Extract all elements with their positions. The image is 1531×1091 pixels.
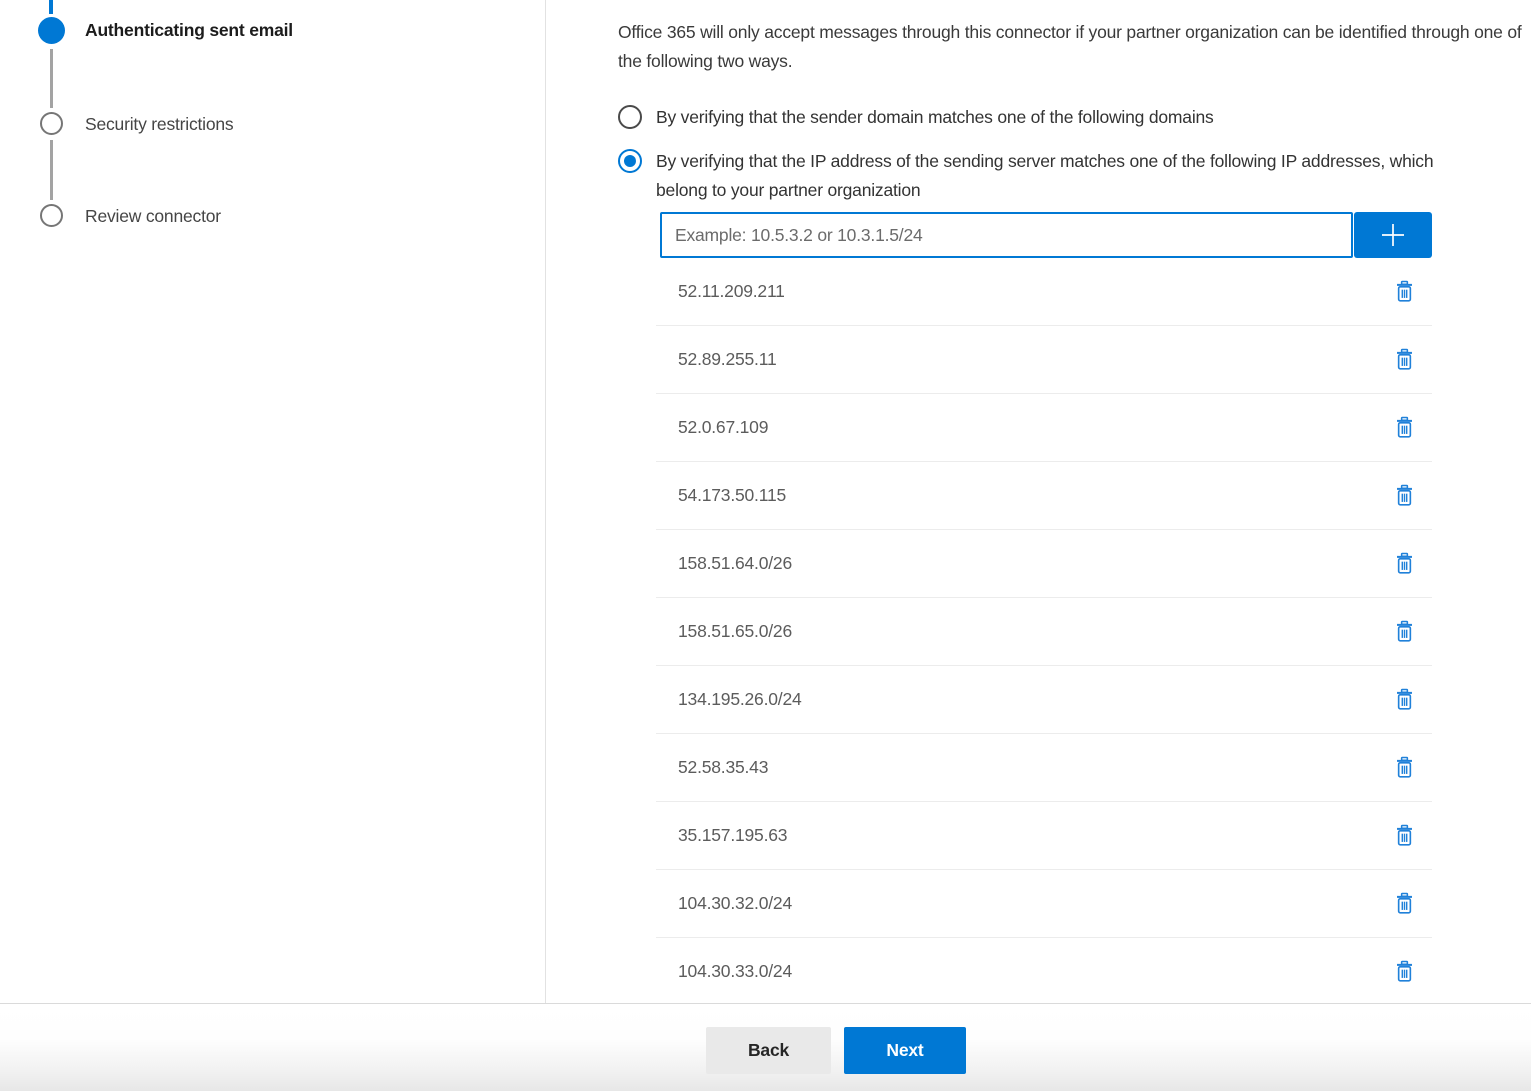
delete-ip-button[interactable] <box>1393 960 1416 983</box>
delete-ip-button[interactable] <box>1393 756 1416 779</box>
radio-dot <box>624 155 636 167</box>
ip-list-item: 35.157.195.63 <box>656 802 1432 870</box>
delete-ip-button[interactable] <box>1393 484 1416 507</box>
delete-ip-button[interactable] <box>1393 688 1416 711</box>
delete-ip-button[interactable] <box>1393 552 1416 575</box>
ip-list-item: 158.51.65.0/26 <box>656 598 1432 666</box>
ip-address-list: 52.11.209.211 52.89.255.11 <box>656 258 1432 1006</box>
trash-icon <box>1393 552 1416 575</box>
ip-address-value: 134.195.26.0/24 <box>678 689 802 710</box>
trash-icon <box>1393 416 1416 439</box>
ip-list-item: 54.173.50.115 <box>656 462 1432 530</box>
delete-ip-button[interactable] <box>1393 620 1416 643</box>
ip-entry-bar <box>660 212 1531 258</box>
ip-address-input[interactable] <box>660 212 1353 258</box>
ip-list-item: 104.30.33.0/24 <box>656 938 1432 1006</box>
ip-address-value: 158.51.64.0/26 <box>678 553 792 574</box>
add-ip-button[interactable] <box>1354 212 1432 258</box>
ip-address-value: 52.0.67.109 <box>678 417 768 438</box>
panel-divider <box>545 0 546 1003</box>
wizard-step-content: Office 365 will only accept messages thr… <box>618 0 1531 1006</box>
step-indicator-upcoming <box>40 112 63 135</box>
ip-address-value: 52.11.209.211 <box>678 281 785 302</box>
radio-selected-icon[interactable] <box>618 149 642 173</box>
trash-icon <box>1393 824 1416 847</box>
ip-address-value: 54.173.50.115 <box>678 485 786 506</box>
stepper-connector-top <box>49 0 53 14</box>
stepper-connector <box>50 49 53 108</box>
step-review-connector[interactable]: Review connector <box>85 206 221 227</box>
delete-ip-button[interactable] <box>1393 416 1416 439</box>
trash-icon <box>1393 348 1416 371</box>
trash-icon <box>1393 892 1416 915</box>
trash-icon <box>1393 960 1416 983</box>
ip-list-item: 52.0.67.109 <box>656 394 1432 462</box>
trash-icon <box>1393 688 1416 711</box>
step-description: Office 365 will only accept messages thr… <box>618 18 1531 76</box>
ip-list-item: 134.195.26.0/24 <box>656 666 1432 734</box>
radio-unselected-icon[interactable] <box>618 105 642 129</box>
trash-icon <box>1393 756 1416 779</box>
ip-address-value: 158.51.65.0/26 <box>678 621 792 642</box>
option-ip-address[interactable]: By verifying that the IP address of the … <box>618 147 1531 205</box>
plus-icon <box>1378 220 1408 250</box>
next-button[interactable]: Next <box>844 1027 966 1074</box>
ip-address-value: 52.58.35.43 <box>678 757 768 778</box>
ip-address-value: 52.89.255.11 <box>678 349 776 370</box>
step-indicator-upcoming <box>40 204 63 227</box>
step-security-restrictions[interactable]: Security restrictions <box>85 114 233 135</box>
ip-address-value: 35.157.195.63 <box>678 825 787 846</box>
stepper-connector <box>50 140 53 200</box>
trash-icon <box>1393 484 1416 507</box>
trash-icon <box>1393 280 1416 303</box>
delete-ip-button[interactable] <box>1393 280 1416 303</box>
ip-list-item: 158.51.64.0/26 <box>656 530 1432 598</box>
trash-icon <box>1393 620 1416 643</box>
step-authenticating-sent-email[interactable]: Authenticating sent email <box>85 20 293 41</box>
option-sender-domain[interactable]: By verifying that the sender domain matc… <box>618 103 1531 132</box>
step-indicator-current <box>38 17 65 44</box>
option-sender-domain-label: By verifying that the sender domain matc… <box>656 103 1214 132</box>
delete-ip-button[interactable] <box>1393 348 1416 371</box>
ip-list-item: 104.30.32.0/24 <box>656 870 1432 938</box>
ip-list-item: 52.89.255.11 <box>656 326 1432 394</box>
ip-list-item: 52.11.209.211 <box>656 258 1432 326</box>
ip-list-item: 52.58.35.43 <box>656 734 1432 802</box>
delete-ip-button[interactable] <box>1393 824 1416 847</box>
wizard-footer: Back Next <box>0 1003 1531 1091</box>
option-ip-address-label: By verifying that the IP address of the … <box>656 147 1474 205</box>
ip-address-value: 104.30.33.0/24 <box>678 961 792 982</box>
ip-address-value: 104.30.32.0/24 <box>678 893 792 914</box>
delete-ip-button[interactable] <box>1393 892 1416 915</box>
back-button[interactable]: Back <box>706 1027 831 1074</box>
wizard-steps-panel: Authenticating sent email Security restr… <box>0 0 545 1003</box>
footer-buttons: Back Next <box>706 1027 966 1074</box>
verification-options: By verifying that the sender domain matc… <box>618 103 1531 205</box>
